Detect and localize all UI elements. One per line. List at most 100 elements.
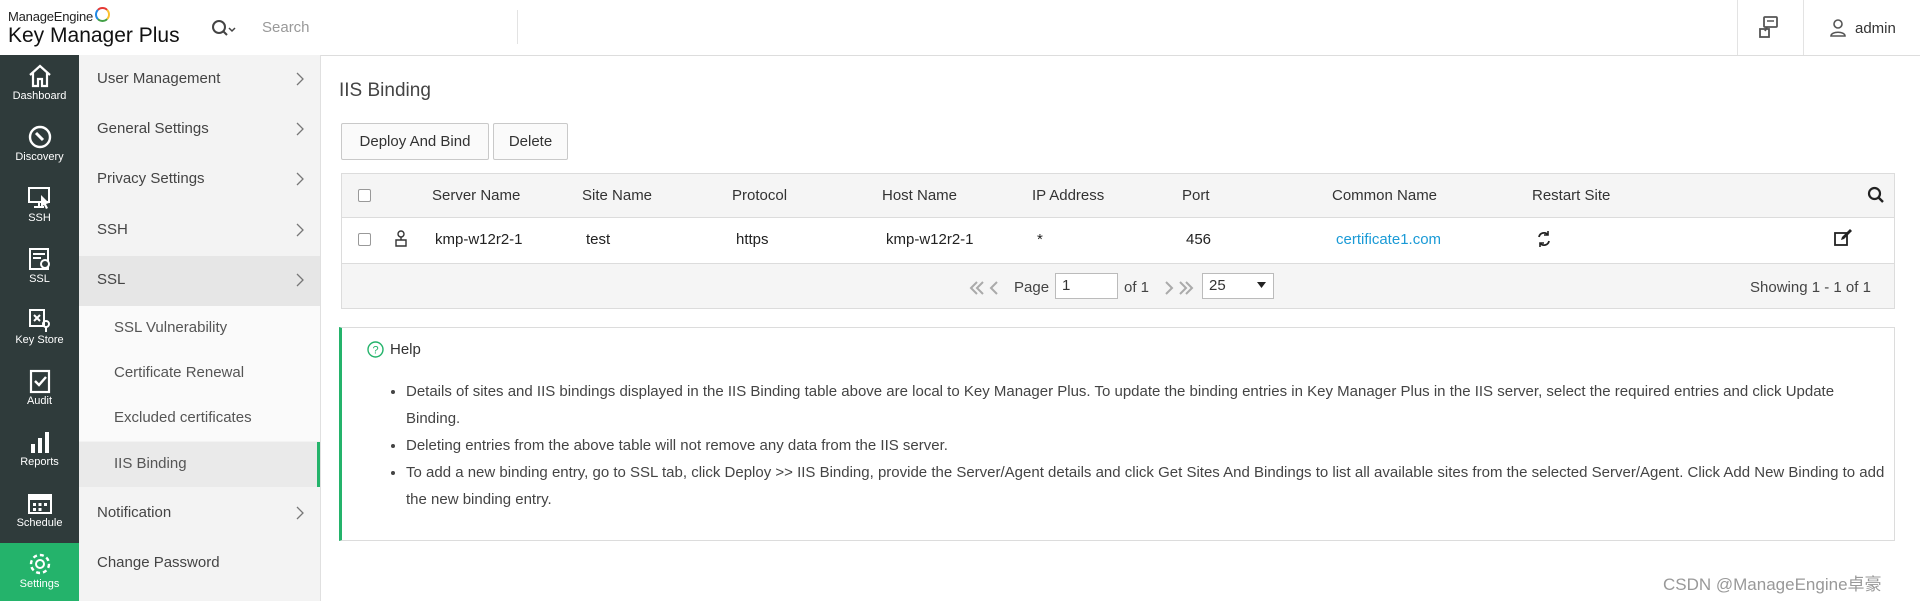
row-checkbox[interactable] (358, 233, 371, 246)
sidebar-item-general-settings[interactable]: General Settings (79, 105, 320, 155)
restart-site-icon[interactable] (1536, 230, 1552, 248)
sidebar-subitem-iis-binding[interactable]: IIS Binding (79, 442, 320, 487)
help-panel: ? Help Details of sites and IIS bindings… (339, 327, 1895, 541)
first-page-icon[interactable] (969, 281, 1001, 295)
page-label: Page (1014, 279, 1050, 296)
help-header: ? Help (367, 341, 421, 358)
per-page-select[interactable]: 25 (1202, 273, 1274, 299)
brand-product: Key Manager Plus (8, 24, 180, 47)
cell-common-name-link[interactable]: certificate1.com (1336, 231, 1441, 248)
nav-reports[interactable]: Reports (0, 421, 79, 482)
table-search-icon[interactable] (1867, 186, 1885, 204)
user-menu[interactable]: admin (1830, 16, 1896, 40)
nav-dashboard[interactable]: Dashboard (0, 55, 79, 116)
sidebar-subitem-certificate-renewal[interactable]: Certificate Renewal (79, 351, 320, 396)
cell-site-name: test (586, 231, 611, 248)
sidebar-subitem-label: Certificate Renewal (114, 364, 245, 381)
nav-ssh[interactable]: SSH (0, 177, 79, 238)
feedback-icon[interactable] (1757, 14, 1783, 40)
ssh-icon (27, 187, 50, 209)
cell-port: 456 (1186, 231, 1212, 248)
nav-settings[interactable]: Settings (0, 543, 79, 601)
page-of-label: of 1 (1124, 279, 1150, 296)
chevron-right-icon (296, 506, 304, 520)
cell-host-name: kmp-w12r2-1 (886, 231, 974, 248)
column-header-server-name[interactable]: Server Name (432, 187, 520, 204)
sidebar-item-change-password[interactable]: Change Password (79, 539, 320, 589)
sidebar-item-ssh[interactable]: SSH (79, 206, 320, 256)
help-bullet: To add a new binding entry, go to SSL ta… (406, 459, 1886, 513)
nav-ssl[interactable]: SSL (0, 238, 79, 299)
next-page-icon[interactable] (1162, 281, 1194, 295)
header-divider (1737, 0, 1738, 55)
sidebar-item-ssl[interactable]: SSL (79, 256, 320, 306)
column-header-protocol[interactable]: Protocol (732, 187, 787, 204)
sidebar-item-user-management[interactable]: User Management (79, 55, 320, 105)
dropdown-arrow-icon (1257, 282, 1266, 288)
sidebar-item-notification[interactable]: Notification (79, 489, 320, 539)
nav-discovery[interactable]: Discovery (0, 116, 79, 177)
audit-icon (29, 369, 50, 394)
app-logo[interactable]: ManageEngine Key Manager Plus (8, 7, 180, 48)
sidebar-subitem-ssl-vulnerability[interactable]: SSL Vulnerability (79, 306, 320, 351)
help-title: Help (390, 341, 421, 358)
column-header-host-name[interactable]: Host Name (882, 187, 957, 204)
nav-schedule[interactable]: Schedule (0, 482, 79, 543)
column-header-restart-site[interactable]: Restart Site (1532, 187, 1610, 204)
home-icon (28, 64, 51, 88)
nav-key-store[interactable]: Key Store (0, 299, 79, 360)
settings-icon (29, 553, 50, 575)
sidebar-item-label: General Settings (97, 120, 209, 137)
discovery-icon (28, 125, 51, 149)
chevron-right-icon (296, 172, 304, 186)
column-header-port[interactable]: Port (1182, 187, 1210, 204)
deploy-and-bind-button[interactable]: Deploy And Bind (341, 123, 489, 160)
search-icon[interactable] (210, 18, 236, 38)
delete-button[interactable]: Delete (493, 123, 568, 160)
server-user-icon (395, 230, 407, 247)
sidebar-item-label: SSL (97, 271, 126, 288)
nav-audit[interactable]: Audit (0, 360, 79, 421)
help-bullet: Deleting entries from the above table wi… (406, 432, 1886, 459)
column-header-site-name[interactable]: Site Name (582, 187, 652, 204)
sidebar-subitem-label: Excluded certificates (114, 409, 252, 426)
edit-icon[interactable] (1833, 228, 1853, 248)
sidebar-item-label: Notification (97, 504, 172, 521)
sidebar-item-privacy-settings[interactable]: Privacy Settings (79, 155, 320, 205)
sidebar-subitem-label: IIS Binding (114, 455, 187, 472)
top-header: ManageEngine Key Manager Plus admin (0, 0, 1920, 56)
showing-count: Showing 1 - 1 of 1 (1750, 279, 1871, 296)
nav-label: Key Store (15, 334, 64, 346)
primary-nav: Dashboard Discovery SSH SSL Key Store Au… (0, 55, 79, 601)
nav-label: Discovery (15, 151, 64, 163)
nav-label: Schedule (16, 517, 63, 529)
user-name: admin (1855, 19, 1896, 37)
sidebar-subitem-excluded-certificates[interactable]: Excluded certificates (79, 396, 320, 441)
cell-server-name: kmp-w12r2-1 (435, 231, 523, 248)
ssl-icon (28, 248, 50, 270)
iis-binding-table: Server Name Site Name Protocol Host Name… (341, 173, 1895, 309)
page-number-input[interactable]: 1 (1055, 273, 1118, 299)
column-header-ip-address[interactable]: IP Address (1032, 187, 1104, 204)
per-page-value: 25 (1209, 277, 1226, 294)
key-store-icon (28, 309, 50, 332)
schedule-icon (27, 494, 52, 514)
reports-icon (30, 432, 49, 453)
cell-ip-address: * (1037, 231, 1043, 248)
chevron-right-icon (296, 122, 304, 136)
select-all-checkbox[interactable] (358, 189, 371, 202)
brand-top: ManageEngine (8, 7, 180, 24)
chevron-right-icon (296, 273, 304, 287)
svg-text:?: ? (372, 345, 378, 357)
user-icon (1830, 19, 1846, 37)
sidebar-subitem-label: SSL Vulnerability (114, 319, 228, 336)
nav-label: Settings (19, 578, 60, 590)
chevron-right-icon (296, 72, 304, 86)
brand-arc-icon (95, 7, 111, 22)
table-row[interactable]: kmp-w12r2-1 test https kmp-w12r2-1 * 456… (342, 218, 1894, 264)
column-header-common-name[interactable]: Common Name (1332, 187, 1437, 204)
help-list: Details of sites and IIS bindings displa… (382, 378, 1886, 513)
search-input[interactable] (252, 10, 518, 44)
header-divider (1803, 0, 1804, 55)
cell-protocol: https (736, 231, 769, 248)
